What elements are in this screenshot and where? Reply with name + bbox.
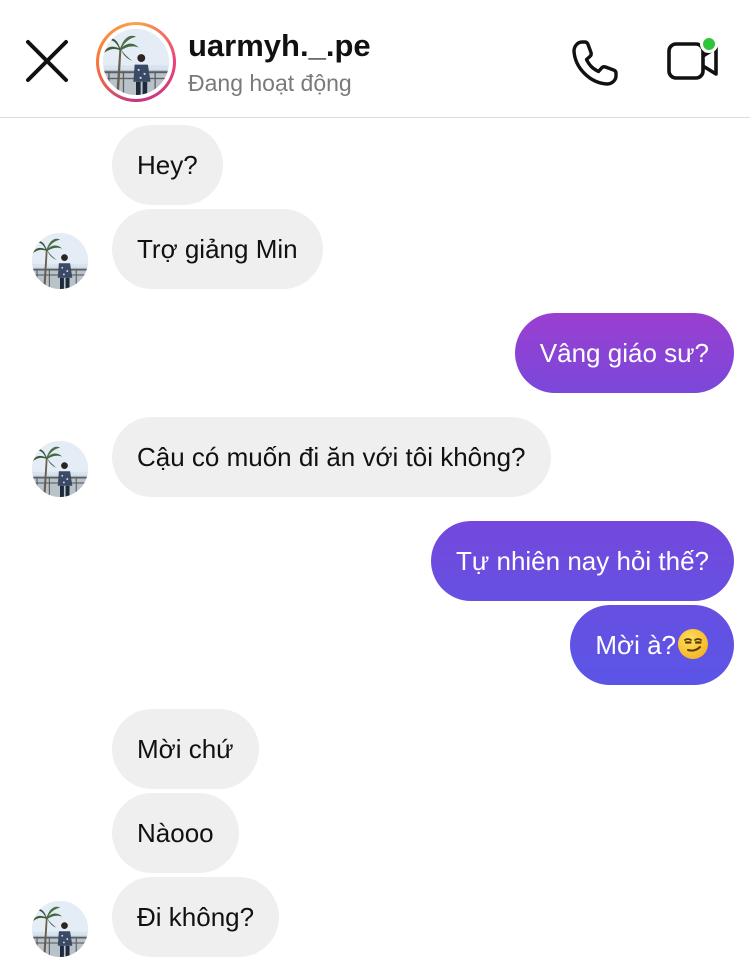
message-text: Mời à?	[595, 630, 676, 660]
incoming-message[interactable]: Nàooo	[112, 793, 239, 873]
message-row: Vâng giáo sư?	[0, 313, 750, 393]
phone-icon	[572, 40, 618, 86]
outgoing-message[interactable]: Mời à?	[570, 605, 734, 685]
avatar-image	[103, 29, 169, 95]
online-indicator-icon	[700, 35, 718, 53]
incoming-message[interactable]: Mời chứ	[112, 709, 259, 789]
contact-status: Đang hoạt động	[188, 70, 352, 96]
video-call-button[interactable]	[664, 34, 724, 88]
outgoing-message[interactable]: Vâng giáo sư?	[514, 313, 734, 393]
contact-name[interactable]: uarmyh._.pe	[188, 28, 371, 64]
sender-avatar[interactable]	[32, 233, 88, 289]
outgoing-message[interactable]: Tự nhiên nay hỏi thế?	[430, 521, 734, 601]
message-row: Mời chứ	[0, 709, 750, 789]
message-row: Cậu có muốn đi ăn với tôi không?	[0, 417, 750, 497]
contact-avatar[interactable]	[96, 22, 176, 102]
smirking-face-icon	[678, 629, 708, 659]
message-row: Hey?	[0, 125, 750, 205]
message-row: Nàooo	[0, 793, 750, 873]
voice-call-button[interactable]	[568, 36, 622, 90]
message-row: Đi không?	[0, 877, 750, 957]
message-row: Mời à?	[0, 605, 750, 685]
incoming-message[interactable]: Đi không?	[112, 877, 280, 957]
close-icon	[26, 40, 68, 82]
chat-header: uarmyh._.pe Đang hoạt động	[0, 0, 750, 118]
incoming-message[interactable]: Cậu có muốn đi ăn với tôi không?	[112, 417, 551, 497]
incoming-message[interactable]: Hey?	[112, 125, 223, 205]
sender-avatar[interactable]	[32, 441, 88, 497]
incoming-message[interactable]: Trợ giảng Min	[112, 209, 323, 289]
message-row: Tự nhiên nay hỏi thế?	[0, 521, 750, 601]
message-row: Trợ giảng Min	[0, 209, 750, 289]
sender-avatar[interactable]	[32, 901, 88, 957]
video-camera-icon	[667, 35, 718, 80]
close-button[interactable]	[22, 36, 74, 88]
